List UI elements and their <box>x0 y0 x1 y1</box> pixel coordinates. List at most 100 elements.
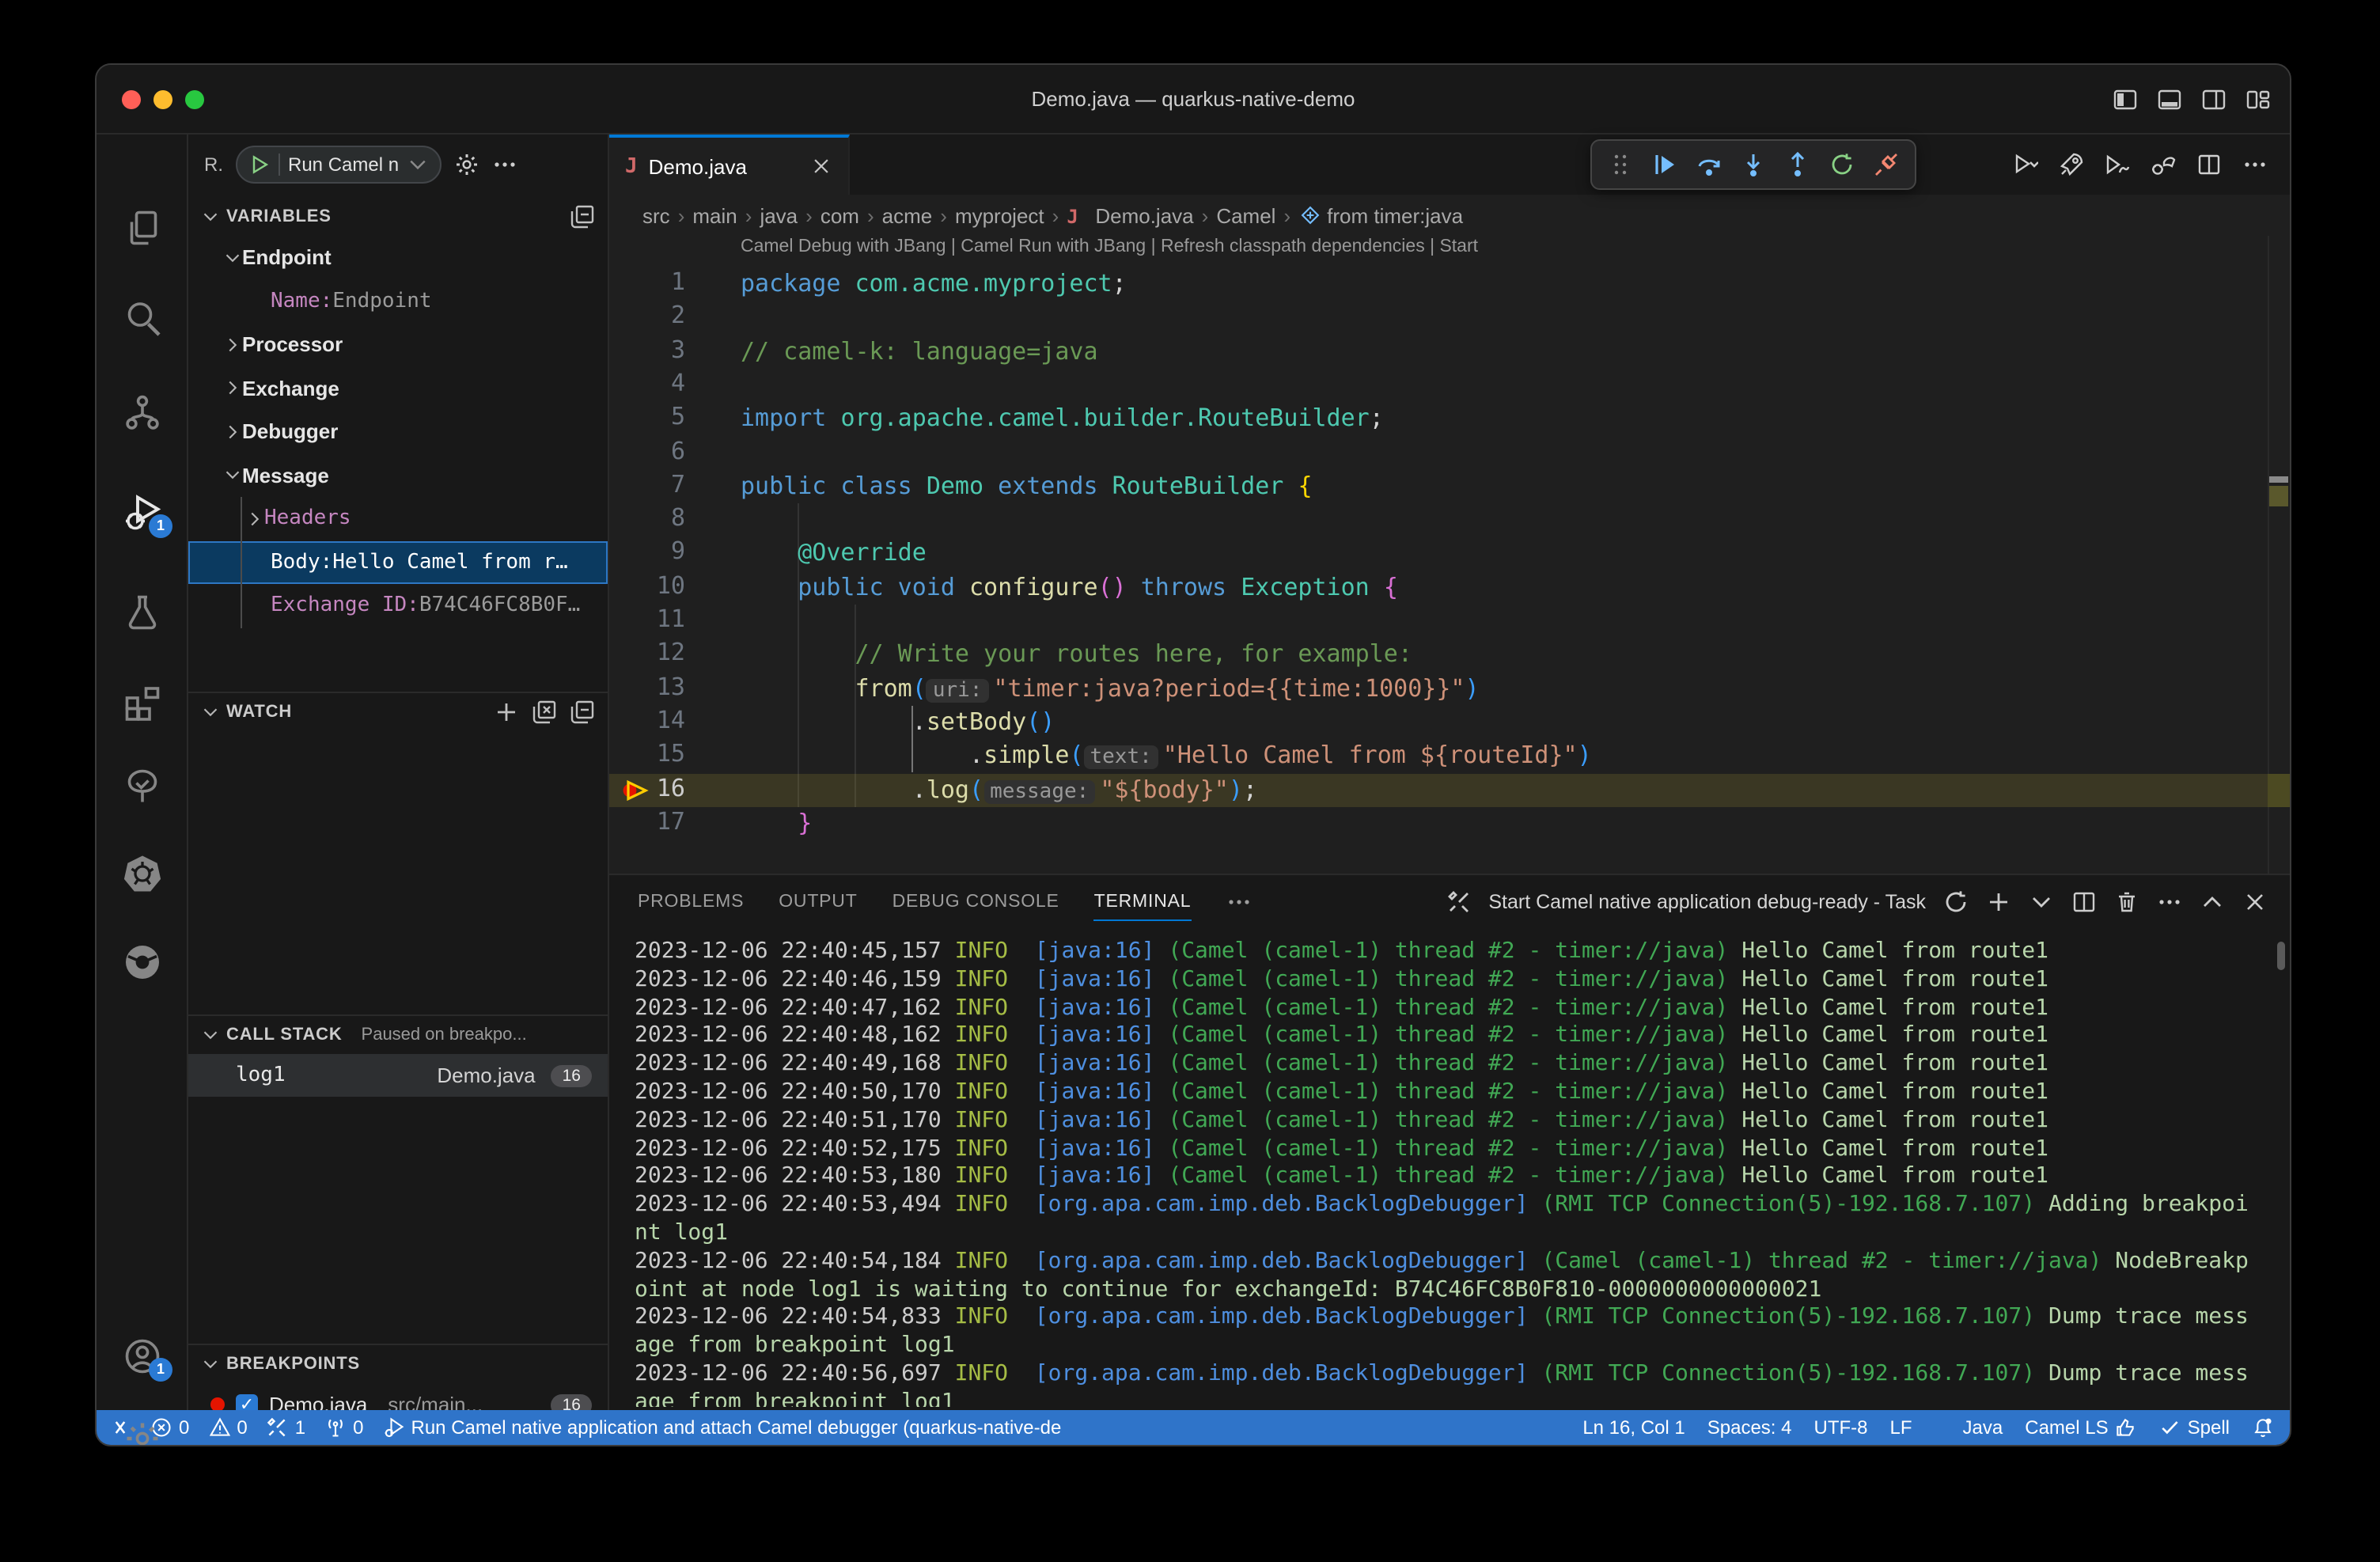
code-line-10[interactable]: 10 public void configure() throws Except… <box>609 571 2268 605</box>
code-line-11[interactable]: 11 <box>609 605 2268 639</box>
camel-debug-icon[interactable] <box>2151 152 2176 177</box>
chevron-down-icon[interactable] <box>223 248 242 267</box>
breadcrumb-item[interactable]: JDemo.java <box>1067 203 1193 227</box>
collapse-all-icon[interactable] <box>570 699 595 725</box>
trash-icon[interactable] <box>2114 889 2139 915</box>
status-item-cursor-position[interactable]: Ln 16, Col 1 <box>1582 1416 1685 1439</box>
chevron-up-icon[interactable] <box>2200 889 2225 915</box>
activity-bar-item-source-control[interactable] <box>97 378 188 448</box>
rocket-icon[interactable] <box>2059 152 2084 177</box>
start-debug-icon[interactable] <box>248 154 271 176</box>
panel-tab-problems[interactable]: PROBLEMS <box>638 875 744 929</box>
variable-row-headers[interactable]: Headers <box>188 497 608 540</box>
breadcrumb-item[interactable]: com <box>820 203 859 227</box>
activity-bar-item-extensions[interactable] <box>97 668 188 737</box>
chevron-down-icon[interactable] <box>2029 889 2054 915</box>
breadcrumb-item[interactable]: main <box>692 203 737 227</box>
plus-icon[interactable] <box>1986 889 2011 915</box>
breakpoint-checkbox[interactable]: ✓ <box>236 1393 258 1410</box>
chevron-right-icon[interactable] <box>223 336 242 354</box>
chevron-right-icon[interactable] <box>245 510 264 529</box>
status-item-camel-ls[interactable]: Camel LS <box>2025 1416 2136 1439</box>
status-item-encoding[interactable]: UTF-8 <box>1814 1416 1868 1439</box>
chevron-down-icon[interactable] <box>223 466 242 485</box>
activity-bar-item-manage[interactable] <box>97 1404 188 1446</box>
watch-header[interactable]: WATCH <box>188 693 608 731</box>
status-item-ports[interactable]: 0 <box>324 1416 363 1439</box>
status-item-warnings[interactable]: 0 <box>208 1416 247 1439</box>
breadcrumb-item[interactable]: java <box>760 203 798 227</box>
tab-demo-java[interactable]: J Demo.java <box>609 135 850 195</box>
code-line-16[interactable]: 16 .log(message:"${body}"); <box>609 773 2268 807</box>
code-line-17[interactable]: 17 } <box>609 807 2268 841</box>
more-icon[interactable] <box>2157 889 2182 915</box>
layout-sidebar-left[interactable] <box>2113 87 2138 112</box>
run-chevron-icon[interactable] <box>2013 152 2038 177</box>
close-icon[interactable] <box>810 155 832 177</box>
code-line-4[interactable]: 4 <box>609 369 2268 403</box>
panel-tab-terminal[interactable]: TERMINAL <box>1094 875 1192 929</box>
variable-row-exchangeid[interactable]: Exchange ID: B74C46FC8B0F… <box>188 584 608 627</box>
breadcrumb-item[interactable]: src <box>642 203 670 227</box>
step-out-icon[interactable] <box>1785 152 1810 177</box>
activity-bar-item-explorer[interactable] <box>97 193 188 263</box>
status-item-notifications[interactable] <box>2252 1416 2274 1439</box>
step-into-icon[interactable] <box>1741 152 1766 177</box>
more-icon[interactable] <box>1226 889 1251 915</box>
variable-row-endpoint[interactable]: Endpoint <box>188 236 608 279</box>
chevron-right-icon[interactable] <box>223 423 242 442</box>
status-item-tasks[interactable]: 1 <box>267 1416 305 1439</box>
breakpoint-row[interactable]: ✓Demo.javasrc/main...16 <box>188 1383 608 1410</box>
terminal-output[interactable]: 2023-12-06 22:40:45,157 INFO [java:16] (… <box>635 938 2258 1407</box>
layout-sidebar-right[interactable] <box>2201 87 2227 112</box>
code-line-9[interactable]: 9 @Override <box>609 537 2268 571</box>
terminal-task-label[interactable]: Start Camel native application debug-rea… <box>1488 891 1926 913</box>
more-icon[interactable] <box>2242 152 2268 177</box>
code-line-5[interactable]: 5import org.apache.camel.builder.RouteBu… <box>609 402 2268 436</box>
collapse-all-icon[interactable] <box>570 204 595 229</box>
call-stack-header[interactable]: CALL STACK Paused on breakpo... <box>188 1016 608 1054</box>
code-line-15[interactable]: 15 .simple(text:"Hello Camel from ${rout… <box>609 739 2268 773</box>
code-line-1[interactable]: 1package com.acme.myproject; <box>609 267 2268 301</box>
variables-header[interactable]: VARIABLES <box>188 198 608 236</box>
variable-row-body[interactable]: Body: Hello Camel from r… <box>188 540 608 584</box>
activity-bar-item-openshift[interactable] <box>97 927 188 997</box>
code-line-3[interactable]: 3// camel-k: language=java <box>609 335 2268 369</box>
breadcrumb-item[interactable]: Camel <box>1216 203 1275 227</box>
disconnect-icon[interactable] <box>1874 152 1899 177</box>
variable-row-processor[interactable]: Processor <box>188 323 608 366</box>
activity-bar-item-project-manager[interactable] <box>97 752 188 821</box>
grip-icon[interactable] <box>1608 152 1633 177</box>
status-item-spell-checker[interactable]: Spell <box>2159 1416 2230 1439</box>
code-line-13[interactable]: 13 from(uri:"timer:java?period={{time:10… <box>609 672 2268 706</box>
gear-icon[interactable] <box>454 152 479 177</box>
status-debug-message[interactable]: Run Camel native application and attach … <box>383 1416 1062 1439</box>
code-line-2[interactable]: 2 <box>609 301 2268 336</box>
panel-tab-output[interactable]: OUTPUT <box>779 875 857 929</box>
activity-bar-item-testing[interactable] <box>97 578 188 647</box>
plus-icon[interactable] <box>494 699 519 725</box>
variable-row-name[interactable]: Name: Endpoint <box>188 279 608 323</box>
status-item-language-mode[interactable]: Java <box>1935 1416 2003 1439</box>
launch-config-dropdown[interactable]: Run Camel n <box>236 146 442 184</box>
variable-row-exchange[interactable]: Exchange <box>188 366 608 410</box>
close-all-icon[interactable] <box>532 699 557 725</box>
activity-bar-item-search[interactable] <box>97 283 188 353</box>
continue-icon[interactable] <box>1652 152 1677 177</box>
breadcrumb-item[interactable]: myproject <box>955 203 1044 227</box>
code-line-12[interactable]: 12 // Write your routes here, for exampl… <box>609 639 2268 673</box>
code-line-14[interactable]: 14 .setBody() <box>609 706 2268 740</box>
variable-row-debugger[interactable]: Debugger <box>188 410 608 453</box>
restart-icon[interactable] <box>1829 152 1855 177</box>
breadcrumb-item[interactable]: acme <box>882 203 933 227</box>
activity-bar-item-kubernetes[interactable] <box>97 839 188 908</box>
status-item-indentation[interactable]: Spaces: 4 <box>1707 1416 1792 1439</box>
close-icon[interactable] <box>2242 889 2268 915</box>
code-line-8[interactable]: 8 <box>609 503 2268 537</box>
more-icon[interactable] <box>492 152 517 177</box>
status-item-eol[interactable]: LF <box>1890 1416 1912 1439</box>
paused-breakpoint-icon[interactable] <box>622 778 649 802</box>
camel-run-icon[interactable] <box>2105 152 2130 177</box>
activity-bar-item-accounts[interactable]: 1 <box>97 1321 188 1391</box>
code-line-6[interactable]: 6 <box>609 436 2268 470</box>
